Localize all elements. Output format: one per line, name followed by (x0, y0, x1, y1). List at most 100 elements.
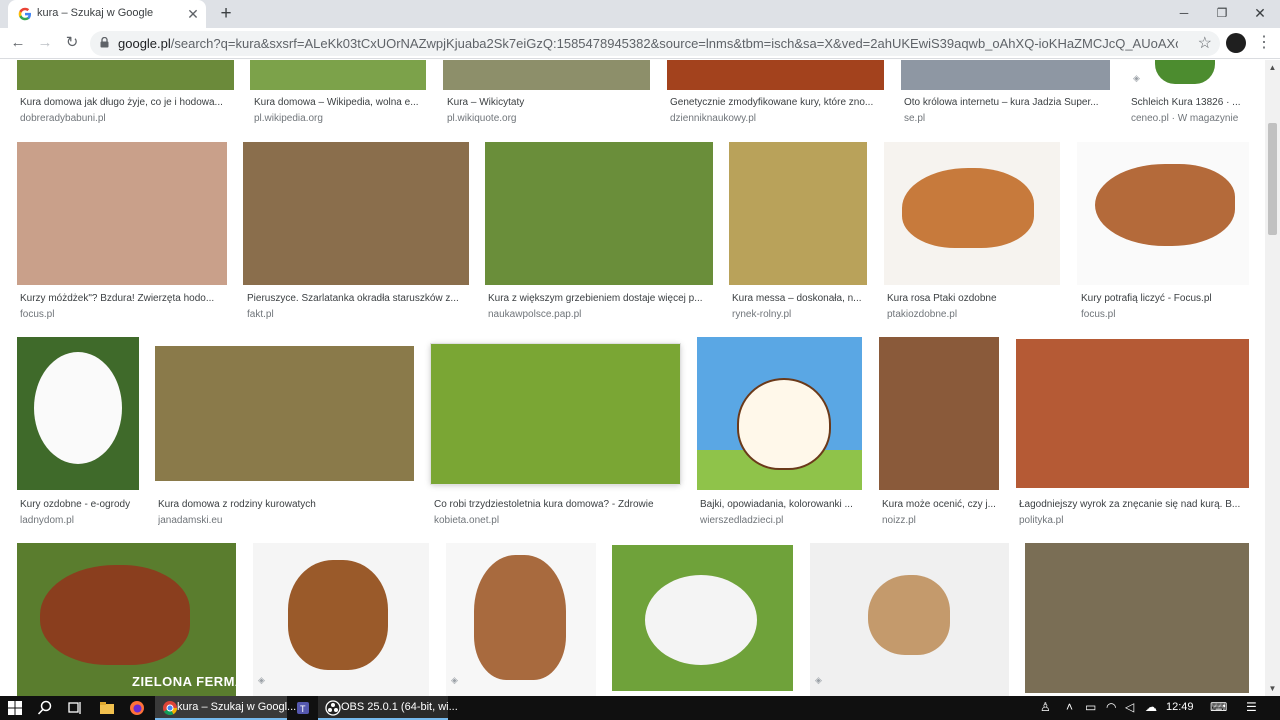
result-source[interactable]: ladnydom.pl (20, 515, 138, 526)
volume-icon[interactable]: ◁ (1125, 700, 1134, 714)
result-title[interactable]: Genetycznie zmodyfikowane kury, które zn… (670, 97, 882, 108)
scrollbar-thumb[interactable] (1268, 123, 1277, 235)
result-image[interactable] (155, 346, 414, 481)
result-title[interactable]: Kura domowa z rodziny kurowatych (158, 499, 413, 510)
teams-icon[interactable]: T (294, 699, 312, 717)
wifi-icon[interactable]: ◠ (1106, 700, 1116, 714)
result-image[interactable] (879, 337, 999, 490)
result-source[interactable]: wierszedladzieci.pl (700, 515, 860, 526)
maximize-icon[interactable]: ❐ (1210, 3, 1234, 23)
result-image[interactable] (1016, 339, 1249, 488)
result-source[interactable]: se.pl (904, 113, 1108, 124)
result-source[interactable]: focus.pl (20, 309, 225, 320)
result-image-figure (902, 168, 1034, 248)
url-host: google.pl (118, 36, 171, 51)
result-image-figure (737, 378, 831, 470)
tray-chevron-up-icon[interactable]: ˄ (1066, 700, 1073, 714)
obs-icon (325, 700, 341, 716)
result-source[interactable]: focus.pl (1081, 309, 1249, 320)
image-watermark: ZIELONA FERMA (132, 674, 245, 689)
result-source[interactable]: ceneo.pl · W magazynie (1131, 113, 1249, 124)
forward-arrow-icon[interactable]: → (35, 33, 55, 53)
battery-icon[interactable]: ▭ (1085, 700, 1096, 714)
people-icon[interactable]: ♙ (1040, 700, 1051, 714)
result-title[interactable]: Kurzy móżdżek"? Bzdura! Zwierzęta hodo..… (20, 293, 225, 304)
result-image[interactable] (667, 60, 884, 90)
reload-icon[interactable]: ↻ (62, 33, 82, 53)
url-path: /search?q=kura&sxsrf=ALeKk03tCxUOrNAZwpj… (170, 36, 1178, 51)
result-image-figure (1095, 164, 1235, 246)
result-title[interactable]: Schleich Kura 13826 · ... (1131, 97, 1249, 108)
result-title[interactable]: Kura z większym grzebieniem dostaje więc… (488, 293, 710, 304)
close-window-icon[interactable]: ✕ (1248, 3, 1272, 23)
back-arrow-icon[interactable]: ← (8, 33, 28, 53)
result-title[interactable]: Pieruszyce. Szarlatanka okradła staruszk… (247, 293, 467, 304)
result-title[interactable]: Kura domowa – Wikipedia, wolna e... (254, 97, 424, 108)
result-title[interactable]: Bajki, opowiadania, kolorowanki ... (700, 499, 860, 510)
input-language-icon[interactable]: ⌨ (1210, 700, 1227, 714)
result-title[interactable]: Kura – Wikicytaty (447, 97, 647, 108)
result-source[interactable]: pl.wikiquote.org (447, 113, 647, 124)
result-title[interactable]: Oto królowa internetu – kura Jadzia Supe… (904, 97, 1108, 108)
result-source[interactable]: rynek-rolny.pl (732, 309, 866, 320)
result-title[interactable]: Kura może ocenić, czy j... (882, 499, 998, 510)
browser-tab-active[interactable]: kura – Szukaj w Google ✕ (8, 0, 206, 28)
result-source[interactable]: naukawpolsce.pap.pl (488, 309, 710, 320)
result-image[interactable] (901, 60, 1110, 90)
result-image[interactable] (443, 60, 650, 90)
taskbar-obs-label: OBS 25.0.1 (64-bit, wi... (341, 701, 458, 713)
minimize-icon[interactable]: ─ (1172, 3, 1196, 23)
firefox-icon[interactable] (128, 699, 146, 717)
new-tab-plus-icon[interactable]: + (216, 4, 236, 24)
result-image[interactable] (17, 142, 227, 285)
file-explorer-icon[interactable] (98, 699, 116, 717)
result-source[interactable]: dobreradybabuni.pl (20, 113, 232, 124)
result-title[interactable]: Łagodniejszy wyrok za znęcanie się nad k… (1019, 499, 1247, 510)
result-source[interactable]: kobieta.onet.pl (434, 515, 679, 526)
result-source[interactable]: dzienniknaukowy.pl (670, 113, 882, 124)
search-icon[interactable] (36, 699, 54, 717)
address-bar[interactable]: google.pl/search?q=kura&sxsrf=ALeKk03tCx… (90, 31, 1220, 56)
chrome-menu-icon[interactable]: ⋮ (1256, 34, 1272, 54)
result-image[interactable] (250, 60, 426, 90)
result-title[interactable]: Kury ozdobne - e-ogrody (20, 499, 138, 510)
windows-start-icon[interactable] (6, 699, 24, 717)
page-scrollbar[interactable]: ▲ ▼ (1265, 60, 1280, 696)
taskbar-clock[interactable]: 12:49 (1166, 701, 1194, 713)
result-image-figure (1155, 60, 1215, 84)
result-image[interactable] (1025, 543, 1249, 693)
result-image[interactable] (17, 60, 234, 90)
result-title[interactable]: Co robi trzydziestoletnia kura domowa? -… (434, 499, 679, 510)
profile-avatar-icon[interactable] (1226, 33, 1246, 53)
result-image-figure (645, 575, 757, 665)
windows-taskbar: kura – Szukaj w Googl... T OBS 25.0.1 (6… (0, 696, 1280, 720)
scroll-up-arrow-icon[interactable]: ▲ (1265, 60, 1280, 75)
result-source[interactable]: pl.wikipedia.org (254, 113, 424, 124)
tab-close-icon[interactable]: ✕ (186, 7, 200, 21)
taskbar-obs-window[interactable]: OBS 25.0.1 (64-bit, wi... (318, 696, 458, 720)
result-source[interactable]: polityka.pl (1019, 515, 1247, 526)
result-image-selected[interactable] (430, 343, 681, 485)
task-view-icon[interactable] (66, 699, 84, 717)
svg-text:T: T (300, 704, 306, 714)
result-source[interactable]: ptakiozdobne.pl (887, 309, 1059, 320)
taskbar-chrome-label: kura – Szukaj w Googl... (177, 701, 297, 713)
result-title[interactable]: Kura messa – doskonała, n... (732, 293, 866, 304)
product-tag-icon: ◈ (815, 675, 822, 685)
onedrive-cloud-icon[interactable]: ☁ (1145, 700, 1157, 714)
result-source[interactable]: janadamski.eu (158, 515, 413, 526)
taskbar-chrome-window[interactable]: kura – Szukaj w Googl... (155, 696, 296, 720)
result-image[interactable] (729, 142, 867, 285)
result-image[interactable] (485, 142, 713, 285)
bookmark-star-icon[interactable]: ☆ (1198, 33, 1212, 53)
action-center-icon[interactable]: ☰ (1246, 700, 1257, 714)
tab-title: kura – Szukaj w Google (37, 7, 154, 19)
result-title[interactable]: Kura domowa jak długo żyje, co je i hodo… (20, 97, 232, 108)
scroll-down-arrow-icon[interactable]: ▼ (1265, 681, 1280, 696)
result-image[interactable] (243, 142, 469, 285)
result-source[interactable]: fakt.pl (247, 309, 467, 320)
result-title[interactable]: Kury potrafią liczyć - Focus.pl (1081, 293, 1249, 304)
result-source[interactable]: noizz.pl (882, 515, 998, 526)
result-title[interactable]: Kura rosa Ptaki ozdobne (887, 293, 1059, 304)
result-image-figure (288, 560, 388, 670)
